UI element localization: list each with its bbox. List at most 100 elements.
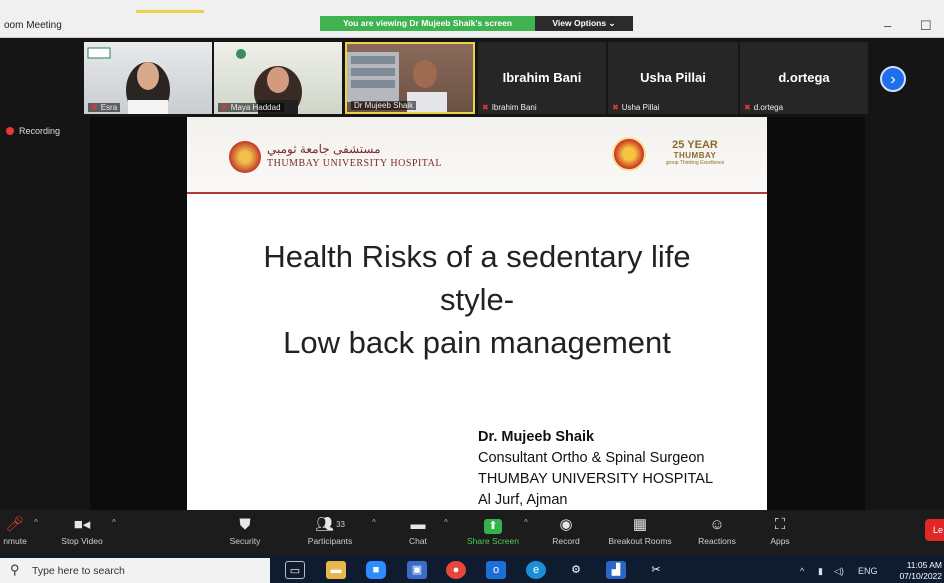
edge-icon[interactable]: e	[526, 561, 546, 579]
participant-tile[interactable]: d.ortega ✖ d.ortega	[740, 42, 868, 114]
participant-display-name: d.ortega	[778, 70, 830, 85]
participant-name: Esra	[100, 103, 118, 112]
recording-label: Recording	[19, 126, 61, 136]
apps-label: Apps	[770, 536, 790, 546]
muted-mic-icon: ✖	[91, 103, 98, 112]
caret-up-icon: ^	[372, 518, 376, 527]
participant-label: ✖ Ibrahim Bani	[482, 103, 537, 112]
chrome-icon[interactable]: ●	[446, 561, 466, 579]
record-dot-icon	[6, 127, 14, 135]
search-icon: ⚲	[10, 562, 20, 577]
breakout-rooms-button[interactable]: ▦ Breakout Rooms	[602, 510, 678, 555]
participant-tile[interactable]: ✖ Esra	[84, 42, 212, 114]
participant-label: ✖ Usha Pillai	[612, 103, 660, 112]
snip-tool-icon[interactable]: ✂	[646, 561, 666, 579]
participant-name: Usha Pillai	[621, 103, 660, 112]
taskbar-search-box[interactable]: ⚲ Type here to search	[0, 558, 270, 583]
task-view-icon[interactable]: ▭	[285, 561, 305, 579]
apps-icon: ⛶	[774, 516, 786, 533]
participant-name: Maya Haddad	[230, 103, 281, 112]
participant-label: ✖ Maya Haddad	[218, 103, 284, 112]
participant-display-name: Ibrahim Bani	[502, 70, 582, 85]
muted-mic-icon: ✖	[482, 103, 489, 112]
battery-icon[interactable]: ▮	[818, 566, 823, 577]
breakout-rooms-label: Breakout Rooms	[608, 536, 672, 546]
participant-tile-active[interactable]: Dr Mujeeb Shaik	[345, 42, 475, 114]
accent-line	[136, 10, 204, 13]
photos-icon[interactable]: ▟	[606, 561, 626, 579]
participant-label: ✖ Esra	[88, 103, 121, 112]
outlook-icon[interactable]: o	[486, 561, 506, 579]
audio-options-caret[interactable]: ^	[30, 510, 38, 555]
video-camera-icon: ■◂	[73, 516, 91, 533]
emblem-logo-icon	[612, 137, 646, 171]
brand-tagline: group Thinking Excellence	[665, 160, 725, 166]
slide-author-block: Dr. Mujeeb Shaik Consultant Ortho & Spin…	[478, 427, 713, 510]
participant-display-name: Usha Pillai	[640, 70, 706, 85]
stop-video-button[interactable]: ■◂ Stop Video	[52, 510, 112, 555]
video-options-caret[interactable]: ^	[108, 510, 116, 555]
participant-name: d.ortega	[753, 103, 784, 112]
share-screen-button[interactable]: ⬆ Share Screen	[460, 510, 526, 555]
participant-tile[interactable]: Usha Pillai ✖ Usha Pillai	[608, 42, 738, 114]
hospital-logo-icon	[229, 141, 261, 173]
slide-title: Health Risks of a sedentary life style- …	[187, 235, 767, 364]
hospital-name-arabic: مستشفى جامعة ثومبي	[267, 142, 381, 156]
brand-name: THUMBAY	[673, 151, 717, 160]
participant-tile[interactable]: Ibrahim Bani ✖ Ibrahim Bani	[478, 42, 606, 114]
slide-title-line: Low back pain management	[283, 325, 671, 360]
participant-name: Ibrahim Bani	[491, 103, 537, 112]
shield-icon: ⛊	[239, 516, 251, 533]
clock-date: 07/10/2022	[899, 571, 942, 581]
store-icon[interactable]: ▣	[407, 561, 427, 579]
share-options-caret[interactable]: ^	[520, 510, 528, 555]
slide-title-line: Health Risks of a sedentary life	[263, 239, 691, 274]
chat-options-caret[interactable]: ^	[440, 510, 448, 555]
author-line: THUMBAY UNIVERSITY HOSPITAL	[478, 471, 714, 487]
meeting-toolbar: 🎤︎ nmute ^ ■◂ Stop Video ^ ⛊ Security 👥︎…	[0, 510, 944, 555]
zoom-app-icon[interactable]: ■	[366, 561, 386, 579]
clock-time: 11:05 AM	[906, 560, 942, 570]
security-button[interactable]: ⛊ Security	[220, 510, 270, 555]
share-screen-icon: ⬆	[460, 514, 526, 536]
language-indicator[interactable]: ENG	[858, 566, 878, 576]
slide-header: مستشفى جامعة ثومبي THUMBAY UNIVERSITY HO…	[187, 117, 767, 194]
leave-button[interactable]: Le	[925, 519, 944, 541]
participants-count: 33	[336, 520, 345, 529]
tray-chevron-icon[interactable]: ^	[800, 566, 804, 576]
breakout-rooms-icon: ▦	[632, 516, 648, 533]
record-icon: ◉	[559, 516, 573, 533]
smiley-icon: ☺	[709, 516, 725, 533]
record-button[interactable]: ◉ Record	[544, 510, 588, 555]
view-options-button[interactable]: View Options ⌄	[535, 16, 633, 31]
reactions-button[interactable]: ☺ Reactions	[690, 510, 744, 555]
volume-icon[interactable]: ◁)	[834, 566, 844, 577]
participant-tile[interactable]: ✖ Maya Haddad	[214, 42, 342, 114]
apps-button[interactable]: ⛶ Apps	[762, 510, 798, 555]
file-explorer-icon[interactable]: ▬	[326, 561, 346, 579]
search-placeholder: Type here to search	[32, 565, 125, 577]
brand-year: 25 YEAR	[672, 139, 718, 151]
recording-indicator[interactable]: Recording	[6, 126, 60, 136]
share-screen-label: Share Screen	[467, 536, 519, 546]
reactions-label: Reactions	[698, 536, 736, 546]
hospital-name-english: THUMBAY UNIVERSITY HOSPITAL	[267, 158, 442, 169]
maximize-button[interactable]: ☐	[920, 18, 932, 34]
participants-icon: 👥︎ 33	[315, 516, 345, 533]
participant-name: Dr Mujeeb Shaik	[354, 101, 414, 110]
settings-gear-icon[interactable]: ⚙	[566, 561, 586, 579]
participants-button[interactable]: 👥︎ 33 Participants	[298, 510, 362, 555]
minimize-button[interactable]: –	[884, 18, 891, 33]
author-line: Al Jurf, Ajman	[478, 492, 568, 508]
thumbay-group-logo: 25 YEAR THUMBAY group Thinking Excellenc…	[665, 139, 725, 166]
author-name: Dr. Mujeeb Shaik	[478, 429, 595, 445]
viewing-banner: You are viewing Dr Mujeeb Shaik's screen	[320, 16, 535, 31]
chat-bubble-icon: ▬	[410, 516, 426, 533]
chat-label: Chat	[409, 536, 427, 546]
participants-options-caret[interactable]: ^	[368, 510, 376, 555]
muted-mic-icon: ✖	[612, 103, 619, 112]
muted-mic-icon: ✖	[744, 103, 751, 112]
taskbar-clock[interactable]: 11:05 AM 07/10/2022	[892, 560, 942, 582]
chat-button[interactable]: ▬ Chat	[400, 510, 436, 555]
next-page-button[interactable]: ›	[880, 66, 906, 92]
